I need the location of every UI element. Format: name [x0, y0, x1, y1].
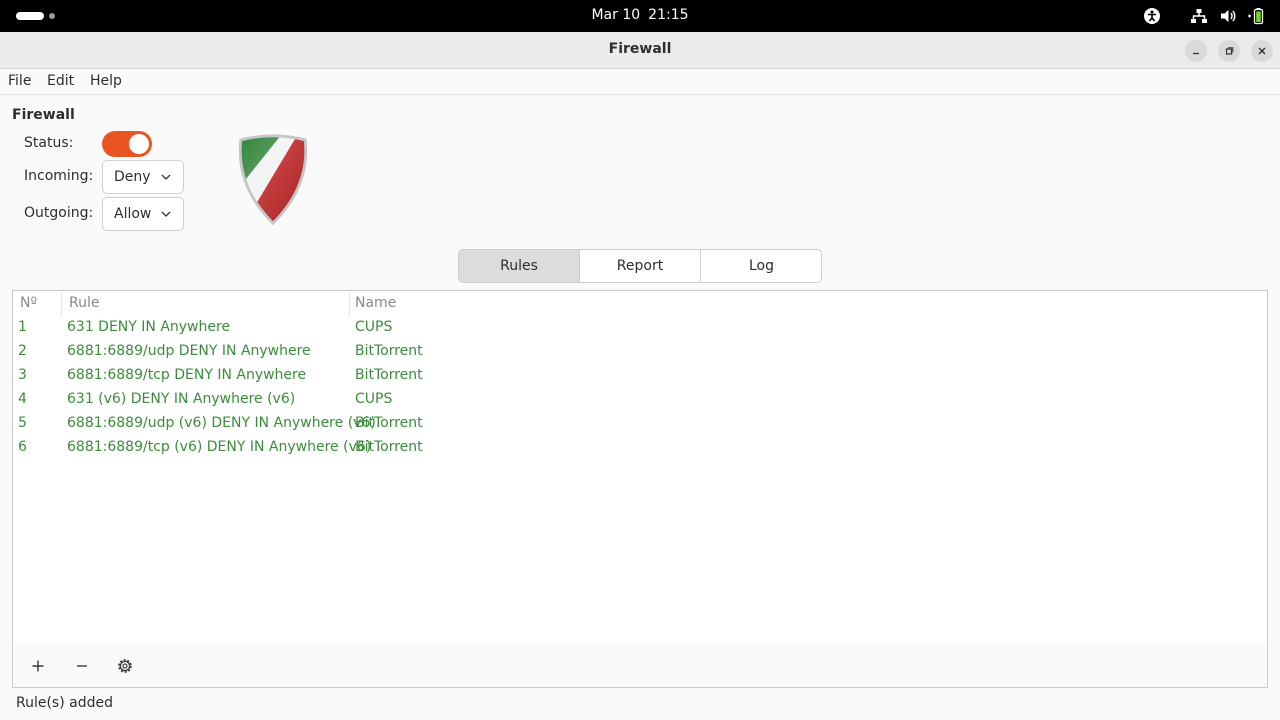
status-label: Status:: [24, 135, 74, 151]
chevron-down-icon: [161, 174, 171, 180]
header-name[interactable]: Name: [355, 295, 396, 311]
row-number: 5: [18, 415, 27, 431]
gear-icon[interactable]: [113, 654, 137, 678]
tab-log[interactable]: Log: [701, 250, 821, 282]
status-switch[interactable]: [102, 131, 152, 157]
close-icon: [1258, 47, 1266, 55]
restore-icon: [1225, 47, 1234, 55]
accessibility-icon[interactable]: [1143, 7, 1161, 25]
menu-help[interactable]: Help: [90, 73, 122, 89]
minimize-icon: [1193, 52, 1199, 55]
system-top-bar: Mar 10 21:15: [0, 0, 1280, 32]
maximize-button[interactable]: [1218, 40, 1240, 62]
row-name: BitTorrent: [355, 415, 423, 431]
view-tabs: Rules Report Log: [458, 249, 822, 283]
rules-table[interactable]: Nº Rule Name 1 631 DENY IN Anywhere CUPS…: [12, 290, 1268, 645]
row-name: CUPS: [355, 391, 393, 407]
minimize-button[interactable]: [1185, 40, 1207, 62]
table-row[interactable]: 4 631 (v6) DENY IN Anywhere (v6) CUPS: [13, 389, 1267, 413]
tab-report[interactable]: Report: [580, 250, 701, 282]
row-name: CUPS: [355, 319, 393, 335]
outgoing-dropdown[interactable]: Allow: [102, 197, 184, 231]
header-number[interactable]: Nº: [20, 295, 37, 311]
header-rule[interactable]: Rule: [69, 295, 99, 311]
header-separator: [61, 293, 62, 315]
row-name: BitTorrent: [355, 439, 423, 455]
header-separator: [349, 293, 350, 315]
table-row[interactable]: 2 6881:6889/udp DENY IN Anywhere BitTorr…: [13, 341, 1267, 365]
outgoing-label: Outgoing:: [24, 205, 94, 221]
row-number: 3: [18, 367, 27, 383]
table-row[interactable]: 6 6881:6889/tcp (v6) DENY IN Anywhere (v…: [13, 437, 1267, 461]
close-button[interactable]: [1251, 40, 1273, 62]
row-rule: 6881:6889/tcp (v6) DENY IN Anywhere (v6): [67, 439, 372, 455]
incoming-value: Deny: [114, 169, 151, 185]
firewall-shield-icon: [238, 134, 308, 226]
chevron-down-icon: [161, 211, 171, 217]
network-icon[interactable]: [1190, 7, 1208, 25]
plus-icon[interactable]: [26, 654, 50, 678]
row-number: 2: [18, 343, 27, 359]
clock[interactable]: Mar 10 21:15: [0, 7, 1280, 23]
row-number: 4: [18, 391, 27, 407]
row-name: BitTorrent: [355, 343, 423, 359]
outgoing-value: Allow: [114, 206, 152, 222]
incoming-dropdown[interactable]: Deny: [102, 160, 184, 194]
volume-icon[interactable]: [1219, 7, 1237, 25]
menu-bar: File Edit Help: [0, 69, 1280, 95]
minus-icon[interactable]: [70, 654, 94, 678]
row-number: 6: [18, 439, 27, 455]
row-rule: 6881:6889/udp DENY IN Anywhere: [67, 343, 311, 359]
incoming-label: Incoming:: [24, 168, 94, 184]
firewall-section-title: Firewall: [12, 107, 75, 123]
row-rule: 631 (v6) DENY IN Anywhere (v6): [67, 391, 296, 407]
rules-toolbar: [12, 644, 1268, 688]
tab-rules[interactable]: Rules: [459, 250, 580, 282]
row-rule: 631 DENY IN Anywhere: [67, 319, 231, 335]
switch-knob: [129, 134, 149, 154]
row-number: 1: [18, 319, 27, 335]
window-title: Firewall: [608, 41, 672, 57]
clock-date: Mar 10: [591, 7, 641, 23]
row-name: BitTorrent: [355, 367, 423, 383]
status-message: Rule(s) added: [16, 695, 113, 711]
table-row[interactable]: 5 6881:6889/udp (v6) DENY IN Anywhere (v…: [13, 413, 1267, 437]
clock-time: 21:15: [648, 7, 689, 23]
row-rule: 6881:6889/tcp DENY IN Anywhere: [67, 367, 307, 383]
table-row[interactable]: 3 6881:6889/tcp DENY IN Anywhere BitTorr…: [13, 365, 1267, 389]
window-title-bar[interactable]: Firewall: [0, 32, 1280, 69]
menu-file[interactable]: File: [8, 73, 31, 89]
menu-edit[interactable]: Edit: [47, 73, 74, 89]
battery-icon[interactable]: [1247, 7, 1265, 25]
table-row[interactable]: 1 631 DENY IN Anywhere CUPS: [13, 317, 1267, 341]
row-rule: 6881:6889/udp (v6) DENY IN Anywhere (v6): [67, 415, 376, 431]
